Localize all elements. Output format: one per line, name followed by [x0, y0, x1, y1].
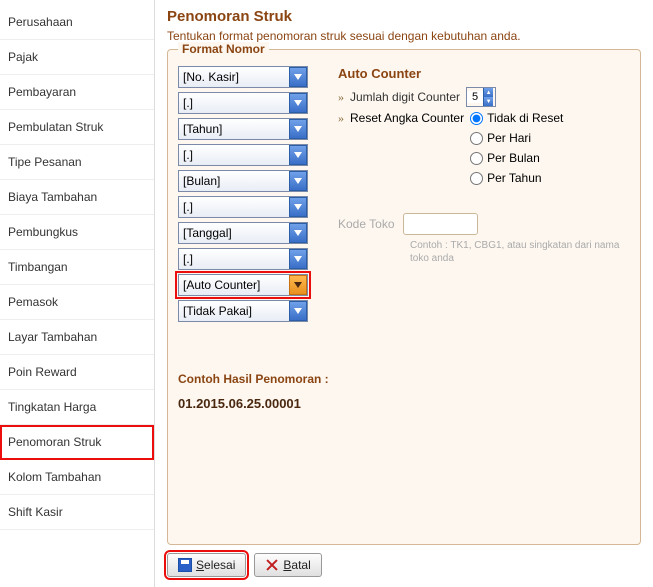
select-6[interactable]: [.] — [178, 196, 308, 218]
nav-tipe-pesanan[interactable]: Tipe Pesanan — [0, 145, 154, 180]
nav-penomoran-struk[interactable]: Penomoran Struk — [0, 425, 154, 460]
select-2[interactable]: [.] — [178, 92, 308, 114]
radio-per-bulan[interactable]: Per Bulan — [470, 151, 563, 165]
nav-poin-reward[interactable]: Poin Reward — [0, 355, 154, 390]
nav-pembulatan-struk[interactable]: Pembulatan Struk — [0, 110, 154, 145]
select-4[interactable]: [.] — [178, 144, 308, 166]
select-9[interactable]: [Auto Counter] — [178, 274, 308, 296]
panel-title: Format Nomor — [178, 42, 269, 56]
page-title: Penomoran Struk — [167, 8, 641, 25]
footer: Selesai Batal — [167, 545, 641, 583]
format-selects: [No. Kasir] [.] [Tahun] [.] [Bulan] [.] … — [178, 66, 308, 322]
nav-tingkatan-harga[interactable]: Tingkatan Harga — [0, 390, 154, 425]
radio-per-tahun[interactable]: Per Tahun — [470, 171, 563, 185]
digit-counter-label: Jumlah digit Counter — [350, 90, 460, 104]
reset-label: Reset Angka Counter — [350, 111, 464, 125]
digit-counter-input[interactable]: ▲▼ — [466, 87, 496, 107]
kode-toko-label: Kode Toko — [338, 217, 395, 231]
select-10[interactable]: [Tidak Pakai] — [178, 300, 308, 322]
kode-toko-hint: Contoh : TK1, CBG1, atau singkatan dari … — [338, 239, 630, 265]
nav-perusahaan[interactable]: Perusahaan — [0, 5, 154, 40]
spinner-down-icon[interactable]: ▼ — [483, 97, 493, 106]
bullet-icon: » — [338, 111, 344, 126]
nav-pemasok[interactable]: Pemasok — [0, 285, 154, 320]
spinner-up-icon[interactable]: ▲ — [483, 88, 493, 97]
select-8[interactable]: [.] — [178, 248, 308, 270]
nav-timbangan[interactable]: Timbangan — [0, 250, 154, 285]
example-value: 01.2015.06.25.00001 — [178, 396, 630, 411]
cancel-button[interactable]: Batal — [254, 553, 321, 577]
radio-tidak-reset[interactable]: Tidak di Reset — [470, 111, 563, 125]
select-1[interactable]: [No. Kasir] — [178, 66, 308, 88]
nav-kolom-tambahan[interactable]: Kolom Tambahan — [0, 460, 154, 495]
cancel-icon — [265, 558, 279, 572]
bullet-icon: » — [338, 90, 344, 105]
nav-pembungkus[interactable]: Pembungkus — [0, 215, 154, 250]
main: Penomoran Struk Tentukan format penomora… — [155, 0, 653, 587]
nav-biaya-tambahan[interactable]: Biaya Tambahan — [0, 180, 154, 215]
kode-toko-input[interactable] — [403, 213, 478, 235]
nav-pembayaran[interactable]: Pembayaran — [0, 75, 154, 110]
radio-per-hari[interactable]: Per Hari — [470, 131, 563, 145]
nav-shift-kasir[interactable]: Shift Kasir — [0, 495, 154, 530]
select-5[interactable]: [Bulan] — [178, 170, 308, 192]
nav-pajak[interactable]: Pajak — [0, 40, 154, 75]
example-label: Contoh Hasil Penomoran : — [178, 372, 630, 386]
sidebar: Perusahaan Pajak Pembayaran Pembulatan S… — [0, 0, 155, 587]
page-description: Tentukan format penomoran struk sesuai d… — [167, 29, 641, 43]
save-button[interactable]: Selesai — [167, 553, 246, 577]
select-7[interactable]: [Tanggal] — [178, 222, 308, 244]
save-icon — [178, 558, 192, 572]
format-panel: Format Nomor [No. Kasir] [.] [Tahun] [.]… — [167, 49, 641, 545]
auto-counter-title: Auto Counter — [338, 66, 630, 81]
select-3[interactable]: [Tahun] — [178, 118, 308, 140]
nav-layar-tambahan[interactable]: Layar Tambahan — [0, 320, 154, 355]
